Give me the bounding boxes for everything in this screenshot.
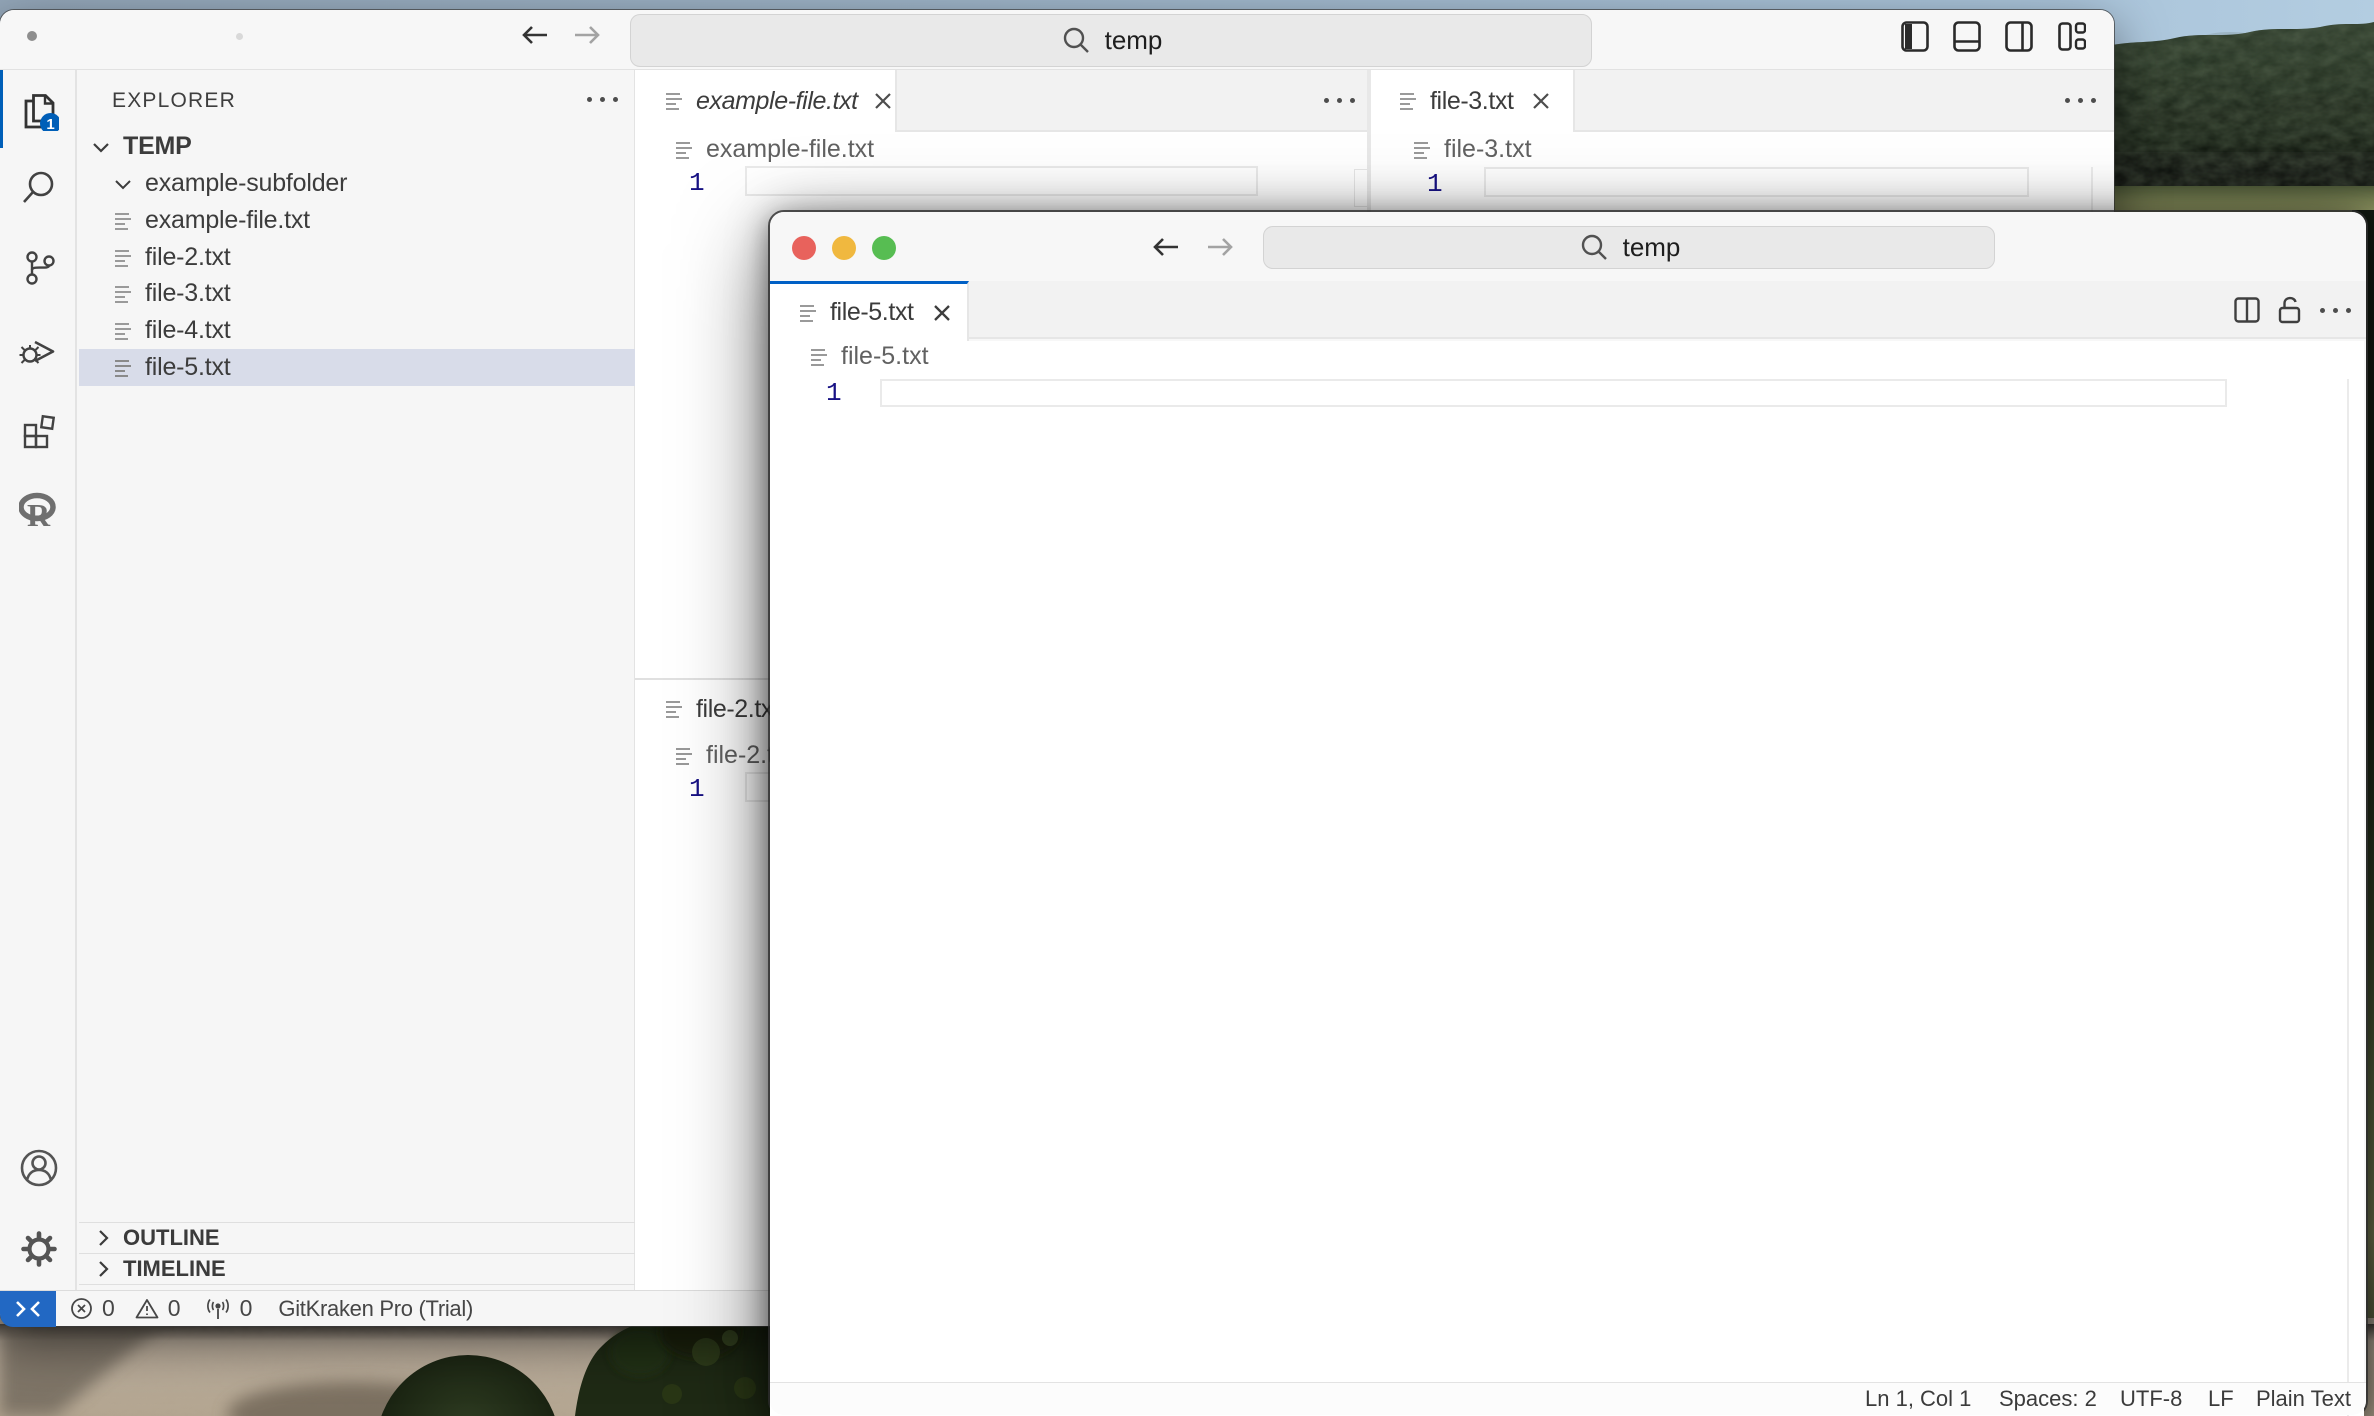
svg-text:R: R <box>27 497 51 532</box>
svg-text:1: 1 <box>46 116 54 131</box>
